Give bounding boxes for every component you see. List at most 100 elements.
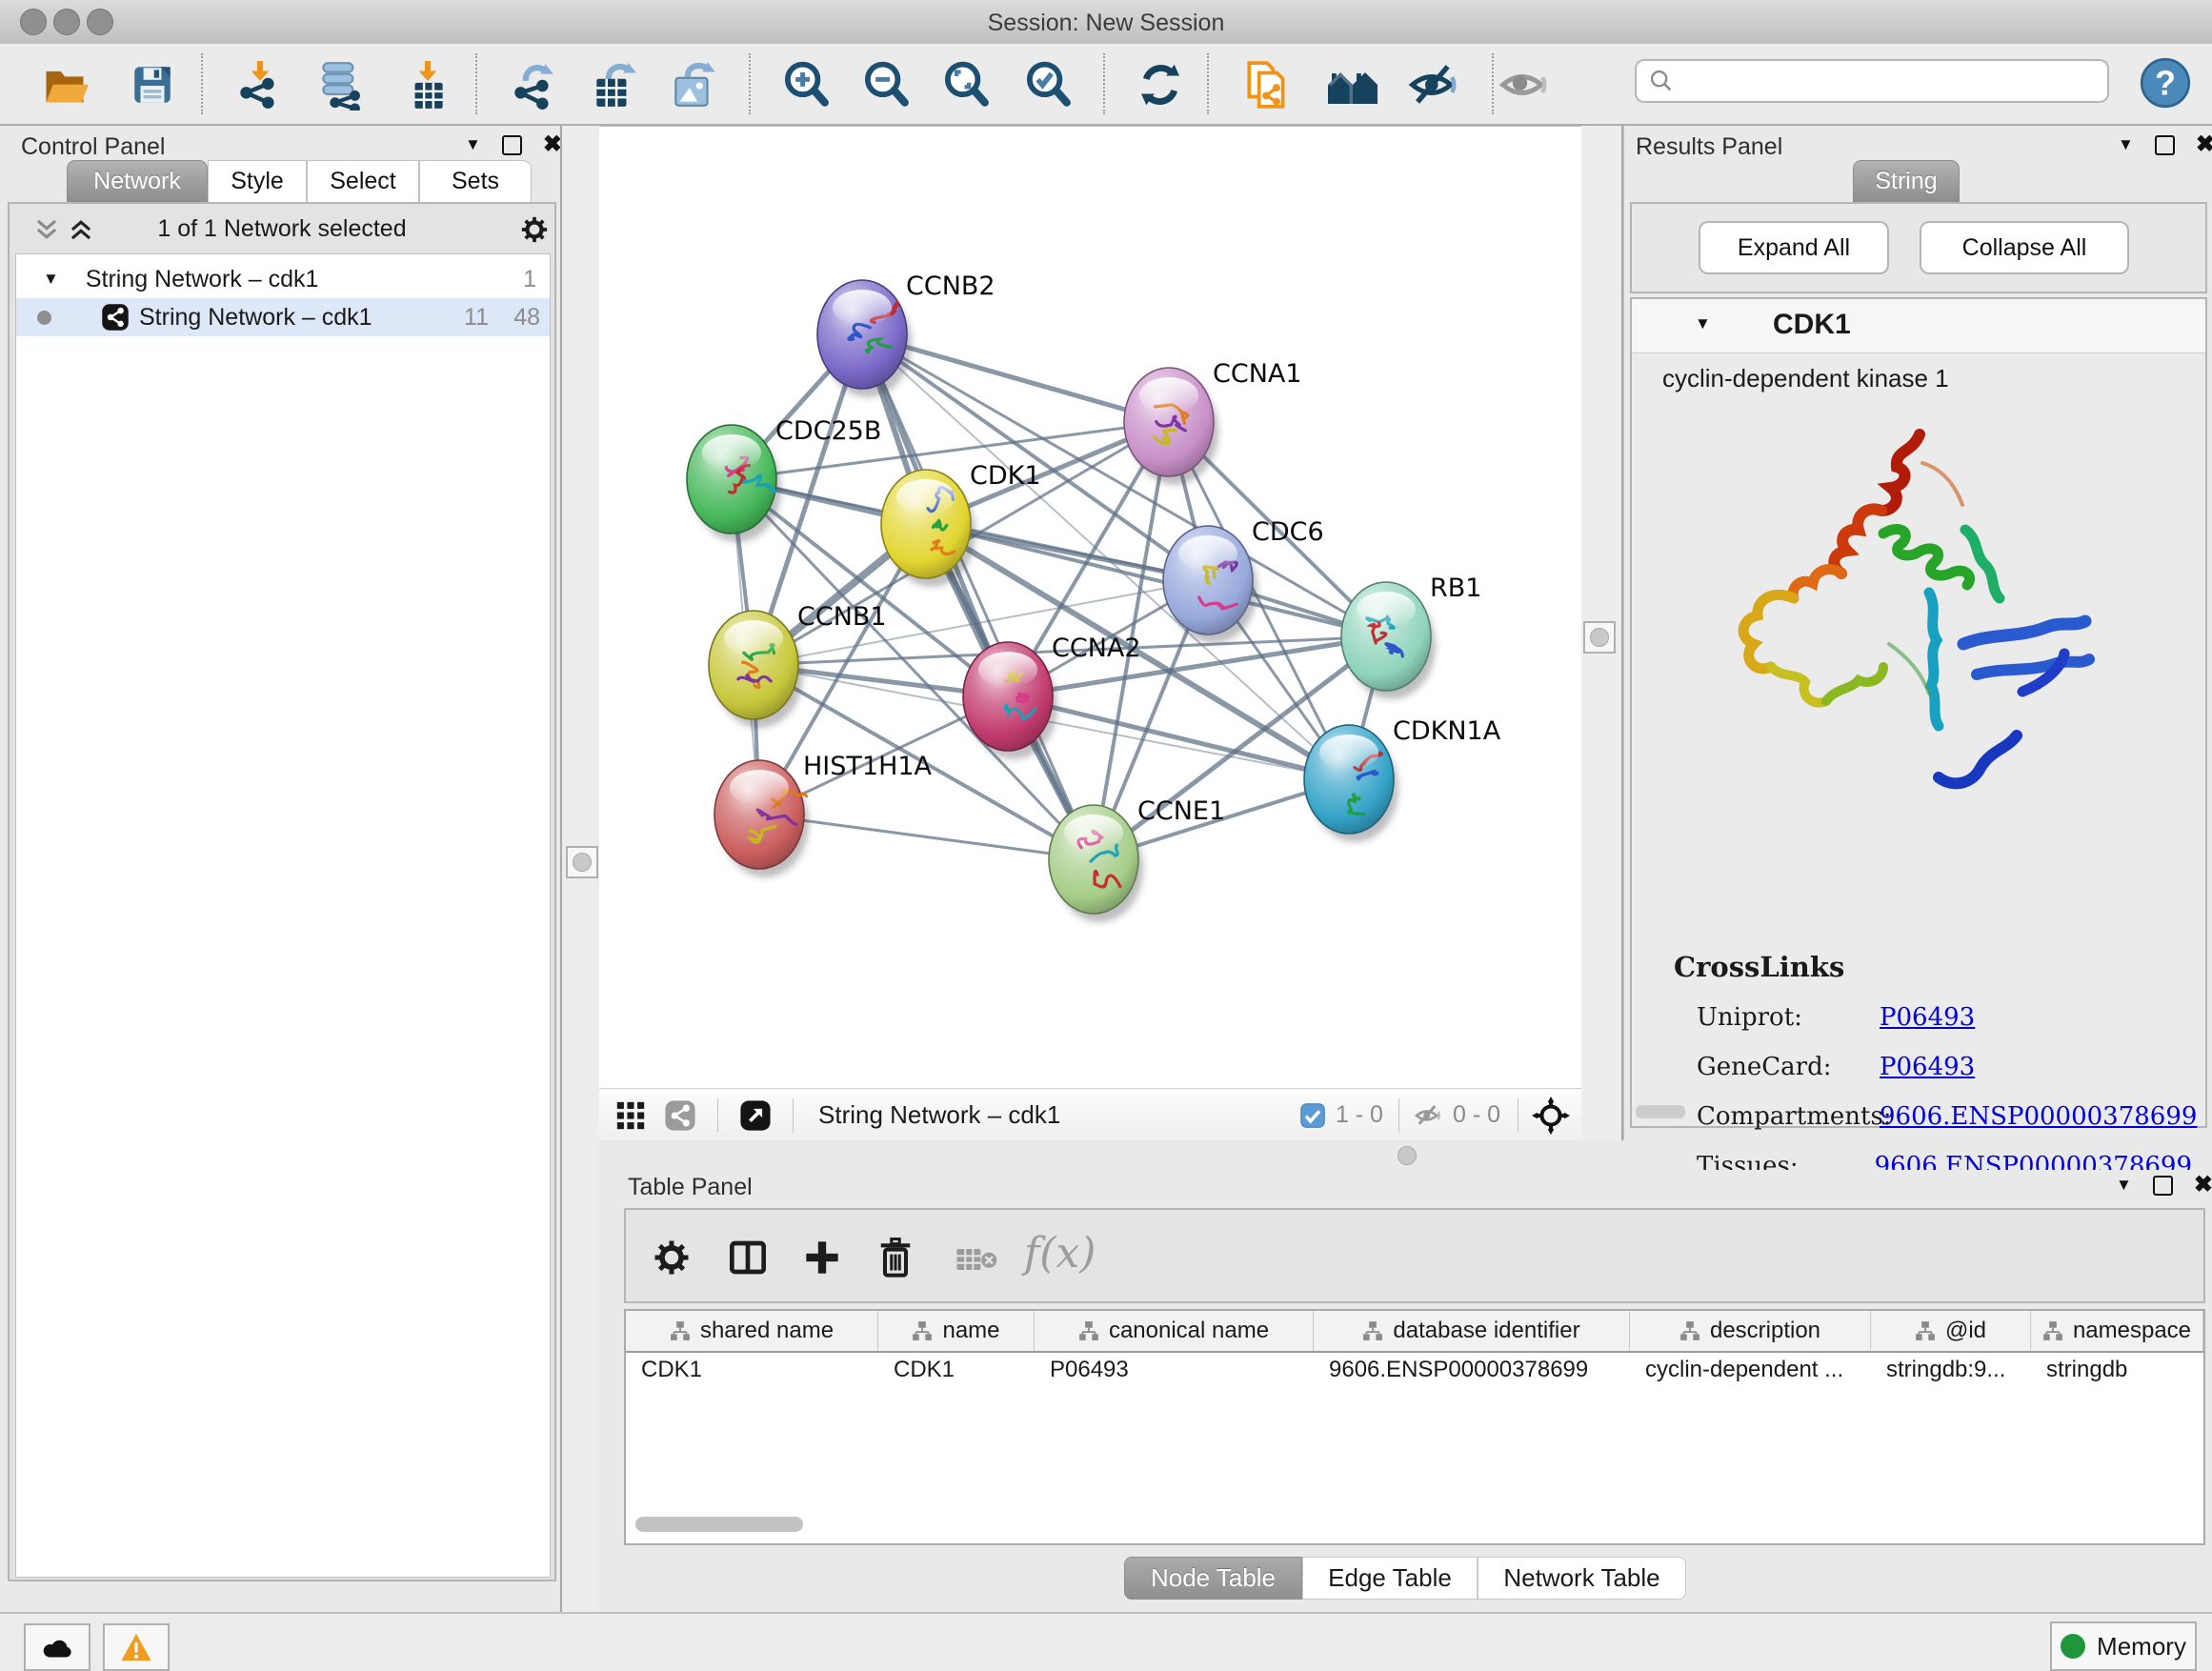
tab-edge-table[interactable]: Edge Table	[1302, 1557, 1478, 1600]
network-node-CCNE1[interactable]	[1049, 805, 1143, 922]
table-panel-menu-icon[interactable]: ▼	[2116, 1176, 2132, 1195]
control-panel-menu-icon[interactable]: ▼	[465, 135, 481, 154]
network-view-toolbar: String Network – cdk1 1 - 0 0 - 0	[599, 1088, 1581, 1143]
function-builder-icon[interactable]: f(x)	[1024, 1229, 1096, 1278]
pan-crosshair-icon[interactable]	[1532, 1097, 1570, 1135]
help-button[interactable]: ?	[2140, 57, 2191, 113]
delete-columns-trash-icon[interactable]	[875, 1237, 915, 1278]
node-table[interactable]: shared namenamecanonical namedatabase id…	[624, 1309, 2205, 1545]
splitter-grip[interactable]	[566, 846, 598, 878]
first-neighbors-button[interactable]	[1325, 57, 1380, 112]
results-panel-float-icon[interactable]	[2155, 135, 2175, 155]
column-header-description[interactable]: description	[1630, 1311, 1871, 1351]
gene-collapse-icon[interactable]: ▼	[1695, 314, 1711, 333]
network-node-CCNB2[interactable]	[817, 280, 912, 397]
network-node-RB1[interactable]	[1341, 582, 1436, 699]
crosslink-value-link[interactable]: 9606.ENSP00000378699	[1880, 1102, 2197, 1131]
column-header-name[interactable]: name	[878, 1311, 1035, 1351]
gene-card-header[interactable]: ▼ CDK1	[1632, 299, 2205, 353]
selected-checkbox-icon[interactable]	[1299, 1102, 1326, 1129]
column-header--id[interactable]: @id	[1871, 1311, 2031, 1351]
network-collection-label: String Network – cdk1	[86, 266, 319, 293]
table-panel-close-icon[interactable]: ✖	[2194, 1174, 2212, 1197]
network-node-CDK1[interactable]	[881, 470, 975, 587]
network-collection-row[interactable]: ▼ String Network – cdk1 1	[16, 260, 550, 298]
gene-name: CDK1	[1773, 309, 1851, 341]
table-cell[interactable]: cyclin-dependent ...	[1630, 1351, 1871, 1389]
tree-collapse-icon[interactable]: ▼	[43, 270, 59, 289]
tab-select[interactable]: Select	[307, 160, 419, 202]
tab-sets[interactable]: Sets	[419, 160, 532, 202]
expand-all-button[interactable]: Expand All	[1699, 221, 1889, 274]
search-bar[interactable]	[1635, 59, 2109, 103]
column-header-canonical-name[interactable]: canonical name	[1035, 1311, 1314, 1351]
horizontal-scrollbar-thumb[interactable]	[1636, 1105, 1685, 1118]
crosslink-value-link[interactable]: P06493	[1880, 1003, 1975, 1032]
network-row-selected[interactable]: String Network – cdk1 11 48	[16, 298, 550, 336]
crosslink-value-link[interactable]: P06493	[1880, 1053, 1975, 1081]
control-panel-float-icon[interactable]	[502, 135, 522, 155]
table-cell[interactable]: CDK1	[878, 1351, 1035, 1389]
tab-style[interactable]: Style	[208, 160, 307, 202]
column-header-database-identifier[interactable]: database identifier	[1314, 1311, 1630, 1351]
zoom-out-button[interactable]	[858, 57, 914, 112]
tab-node-table[interactable]: Node Table	[1124, 1557, 1302, 1600]
detach-view-icon[interactable]	[739, 1099, 772, 1132]
network-node-CCNA1[interactable]	[1124, 368, 1218, 485]
table-cell[interactable]: stringdb:9...	[1871, 1351, 2031, 1389]
apply-layout-button[interactable]	[1133, 57, 1188, 112]
network-node-CDC6[interactable]	[1163, 526, 1257, 643]
tab-network[interactable]: Network	[67, 160, 208, 202]
table-hscrollbar-thumb[interactable]	[635, 1517, 803, 1532]
column-header-namespace[interactable]: namespace	[2031, 1311, 2203, 1351]
collapse-all-button[interactable]: Collapse All	[1920, 221, 2129, 274]
column-header-shared-name[interactable]: shared name	[626, 1311, 878, 1351]
table-row[interactable]: CDK1CDK1P064939606.ENSP00000378699cyclin…	[626, 1351, 2203, 1389]
import-network-from-file-button[interactable]	[231, 57, 287, 112]
show-columns-icon[interactable]	[729, 1238, 767, 1277]
export-table-button[interactable]	[587, 57, 642, 112]
splitter-grip[interactable]	[1398, 1146, 1417, 1165]
results-panel-menu-icon[interactable]: ▼	[2118, 135, 2134, 154]
network-canvas[interactable]: CCNB2CCNA1CDC25BCDK1CDC6RB1CCNB1CCNA2CDK…	[599, 126, 1581, 1089]
warnings-button[interactable]	[103, 1623, 170, 1671]
clone-network-button[interactable]	[1239, 57, 1295, 112]
network-node-CCNB1[interactable]	[709, 611, 803, 728]
control-panel-close-icon[interactable]: ✖	[543, 133, 562, 156]
export-network-button[interactable]	[506, 57, 561, 112]
network-node-CCNA2[interactable]	[963, 642, 1057, 759]
table-options-gear-icon[interactable]	[653, 1238, 691, 1277]
create-column-plus-icon[interactable]	[803, 1238, 841, 1277]
memory-button[interactable]: Memory	[2050, 1621, 2197, 1671]
cloud-status-button[interactable]	[24, 1623, 90, 1671]
network-node-HIST1H1A[interactable]	[714, 760, 809, 877]
tab-string[interactable]: String	[1853, 160, 1960, 202]
open-session-button[interactable]	[37, 57, 92, 112]
search-input[interactable]	[1675, 67, 2079, 95]
zoom-selected-button[interactable]	[1020, 57, 1076, 112]
hidden-eye-icon[interactable]	[1413, 1100, 1443, 1131]
table-cell[interactable]: stringdb	[2031, 1351, 2203, 1389]
right-splitter[interactable]	[1581, 126, 1623, 1140]
network-node-CDKN1A[interactable]	[1304, 725, 1398, 842]
hide-selected-button[interactable]	[1406, 57, 1461, 112]
table-cell[interactable]: CDK1	[626, 1351, 878, 1389]
import-table-from-file-button[interactable]	[399, 57, 454, 112]
left-splitter[interactable]	[560, 126, 601, 1612]
delete-table-icon[interactable]	[955, 1246, 997, 1273]
table-panel-float-icon[interactable]	[2153, 1176, 2173, 1196]
show-all-button[interactable]	[1497, 57, 1552, 112]
birds-eye-grid-icon[interactable]	[614, 1099, 647, 1132]
splitter-grip[interactable]	[1583, 621, 1616, 654]
import-network-from-database-button[interactable]	[313, 57, 369, 112]
network-badge-icon[interactable]	[664, 1099, 696, 1132]
results-panel-close-icon[interactable]: ✖	[2196, 133, 2212, 156]
network-options-gear-icon[interactable]	[520, 215, 549, 244]
fit-content-button[interactable]	[938, 57, 994, 112]
save-session-button[interactable]	[125, 57, 180, 112]
zoom-in-button[interactable]	[778, 57, 834, 112]
tab-network-table[interactable]: Network Table	[1478, 1557, 1686, 1600]
table-cell[interactable]: P06493	[1035, 1351, 1314, 1389]
table-cell[interactable]: 9606.ENSP00000378699	[1314, 1351, 1630, 1389]
export-image-button[interactable]	[666, 57, 721, 112]
